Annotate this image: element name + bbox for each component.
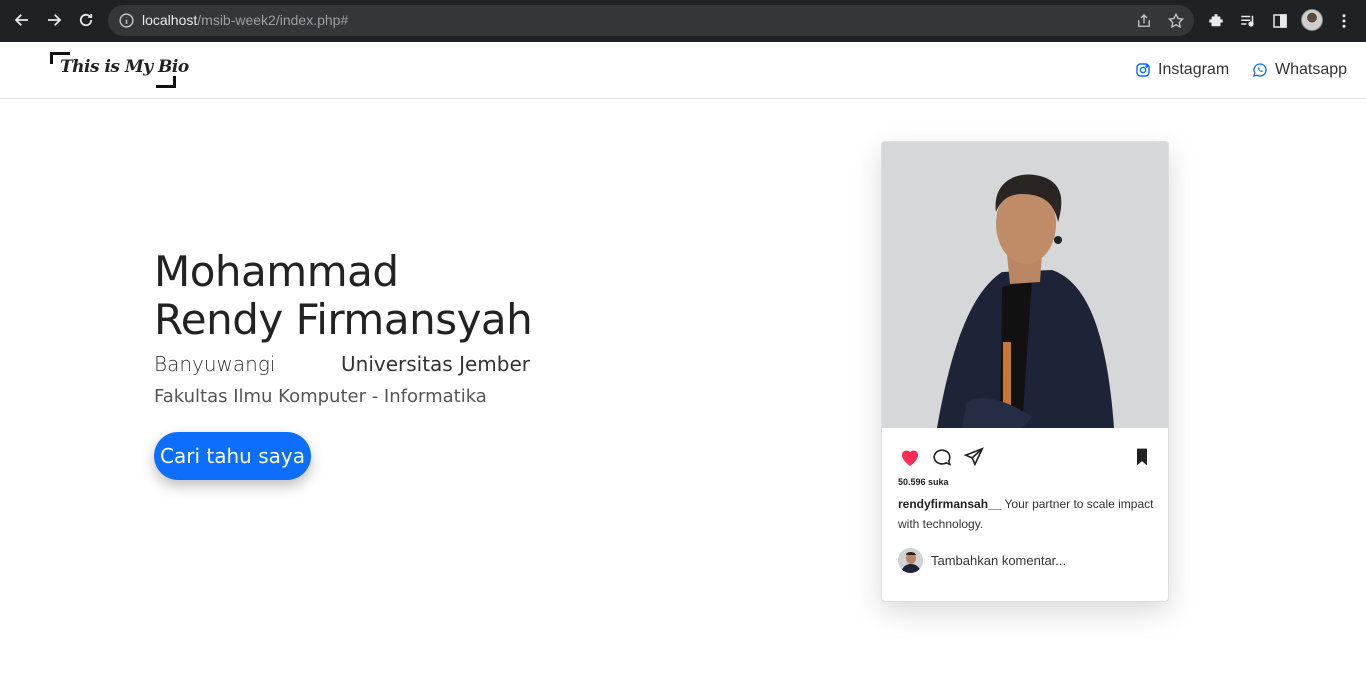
hero-name-line1: Mohammad bbox=[154, 247, 399, 296]
hero-name-line2: Rendy Firmansyah bbox=[154, 295, 533, 344]
address-bar[interactable]: localhost/msib-week2/index.php# bbox=[108, 5, 1194, 36]
comment-avatar bbox=[898, 548, 923, 573]
hero-university: Universitas Jember bbox=[341, 352, 530, 376]
site-navbar: This is My Bio Instagram Whatsapp bbox=[0, 42, 1366, 99]
side-panel-icon[interactable] bbox=[1270, 11, 1290, 31]
cta-button[interactable]: Cari tahu saya bbox=[154, 432, 311, 480]
bookmark-star-icon[interactable] bbox=[1166, 11, 1186, 31]
post-caption: rendyfirmansah__ Your partner to scale i… bbox=[898, 494, 1154, 534]
nav-link-instagram[interactable]: Instagram bbox=[1135, 61, 1229, 79]
media-control-icon[interactable] bbox=[1238, 11, 1258, 31]
brand-logo[interactable]: This is My Bio bbox=[50, 52, 189, 88]
nav-link-label: Whatsapp bbox=[1275, 61, 1348, 78]
kebab-menu-icon[interactable] bbox=[1334, 11, 1354, 31]
comment-row: Tambahkan komentar... bbox=[898, 548, 1066, 573]
url-text[interactable]: localhost/msib-week2/index.php# bbox=[142, 12, 348, 28]
back-arrow-icon[interactable] bbox=[6, 4, 38, 36]
whatsapp-icon bbox=[1253, 63, 1267, 77]
brand-text: This is My Bio bbox=[60, 57, 189, 77]
brand-corner-bottom-right bbox=[156, 76, 176, 88]
profile-photo bbox=[882, 142, 1168, 428]
comment-input[interactable]: Tambahkan komentar... bbox=[931, 553, 1066, 568]
instagram-icon bbox=[1136, 63, 1150, 77]
hero-city: Banyuwangi bbox=[154, 352, 276, 376]
bookmark-icon[interactable] bbox=[1130, 445, 1154, 469]
forward-arrow-icon[interactable] bbox=[38, 4, 70, 36]
extensions-icon[interactable] bbox=[1206, 11, 1226, 31]
nav-link-whatsapp[interactable]: Whatsapp bbox=[1252, 61, 1347, 79]
heart-icon[interactable] bbox=[898, 445, 922, 469]
profile-avatar[interactable] bbox=[1301, 9, 1323, 31]
reload-icon[interactable] bbox=[70, 4, 102, 36]
send-icon[interactable] bbox=[962, 445, 986, 469]
nav-link-label: Instagram bbox=[1158, 61, 1230, 78]
hero-faculty: Fakultas Ilmu Komputer - Informatika bbox=[154, 386, 487, 407]
share-icon[interactable] bbox=[1134, 11, 1154, 31]
hero-name: Mohammad Rendy Firmansyah bbox=[154, 247, 533, 344]
caption-username[interactable]: rendyfirmansah__ bbox=[898, 497, 1001, 511]
comment-icon[interactable] bbox=[930, 445, 954, 469]
card-actions bbox=[898, 445, 1154, 469]
info-icon[interactable] bbox=[118, 12, 135, 29]
browser-toolbar: localhost/msib-week2/index.php# bbox=[0, 0, 1366, 42]
likes-count: 50.596 suka bbox=[898, 477, 949, 487]
profile-card: 50.596 suka rendyfirmansah__ Your partne… bbox=[881, 141, 1169, 602]
